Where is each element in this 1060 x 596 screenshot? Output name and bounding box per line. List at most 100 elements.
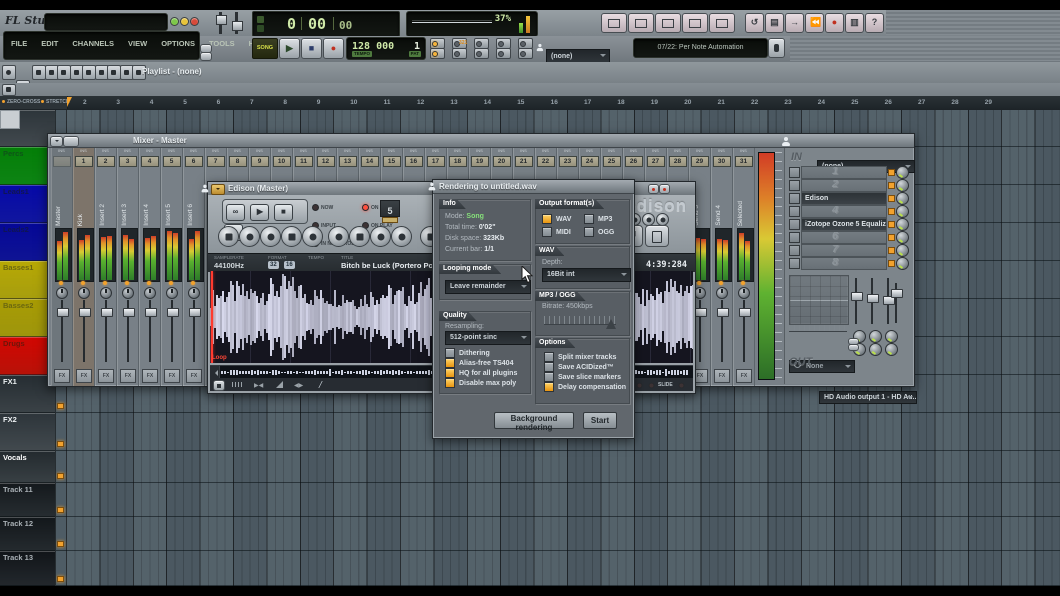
strip-led[interactable] — [191, 281, 195, 285]
slot-plate[interactable]: 4 — [801, 205, 887, 218]
checkbox-split-mixer-tracks[interactable]: Split mixer tracks — [544, 352, 626, 362]
strip-fader-handle[interactable] — [101, 308, 113, 317]
slot-mix-knob[interactable] — [896, 231, 909, 244]
slot-mix-knob[interactable] — [896, 192, 909, 205]
time-mode-icon[interactable] — [257, 16, 264, 23]
rec-value-box[interactable]: 5 — [380, 200, 400, 217]
rack-slot-7[interactable]: 7 — [789, 244, 909, 255]
strip-fx-button[interactable]: FX — [120, 369, 136, 383]
strip-fader[interactable] — [127, 300, 129, 362]
edison-tools-button[interactable] — [281, 226, 302, 247]
slot-led[interactable] — [888, 247, 895, 254]
checkbox[interactable] — [542, 214, 552, 224]
track-performance-led[interactable] — [57, 441, 64, 447]
playlist-track-track-12[interactable]: Track 12 — [0, 517, 55, 551]
depth-dropdown[interactable]: 16Bit int — [542, 268, 631, 282]
track-performance-led[interactable] — [57, 541, 64, 547]
copy-clipboard-button[interactable] — [645, 225, 669, 247]
checkbox[interactable] — [584, 227, 594, 237]
checkbox-alias-free-ts404[interactable]: Alias-free TS404 — [445, 358, 517, 368]
strip-led[interactable] — [81, 281, 85, 285]
track-performance-led[interactable] — [57, 507, 64, 513]
record-button[interactable]: ● — [323, 38, 344, 59]
mixer-strip-master[interactable]: INSMasterFX — [51, 148, 73, 386]
edison-zoom-button[interactable] — [391, 226, 412, 247]
strip-fx-button[interactable]: FX — [736, 369, 752, 383]
slot-mix-knob[interactable] — [896, 257, 909, 270]
format-badge-16[interactable]: 16 — [284, 261, 295, 269]
checkbox[interactable] — [445, 378, 455, 388]
strip-fader[interactable] — [721, 300, 723, 362]
rack-out-dropdown[interactable]: HD Audio output 1 - HD Au... — [819, 391, 917, 404]
checkbox-save-slice-markers[interactable]: Save slice markers — [544, 372, 626, 382]
toolbar-rewind-button[interactable]: ⏪ — [805, 13, 824, 33]
bitrate-slider-handle[interactable] — [606, 314, 616, 329]
rack-slot-5[interactable]: iZotope Ozone 5 Equalizer — [789, 218, 909, 229]
checkbox-delay-compensation[interactable]: Delay compensation — [544, 382, 626, 392]
fade-icon[interactable] — [276, 381, 283, 388]
slot-plate[interactable]: Edison — [801, 192, 887, 205]
checkbox[interactable] — [544, 382, 554, 392]
time-mode2-icon[interactable] — [257, 25, 264, 32]
snap-markers-icon[interactable]: ▶◀ — [254, 382, 263, 389]
mixer-strip-31[interactable]: INS31SelectedFX — [733, 148, 755, 386]
edison-save-button[interactable] — [218, 226, 239, 247]
strip-led[interactable] — [719, 281, 723, 285]
rack-slot-2[interactable]: 2 — [789, 179, 909, 190]
playlist-track-track-11[interactable]: Track 11 — [0, 483, 55, 517]
slot-led[interactable] — [888, 234, 895, 241]
snap-toggle-6[interactable] — [452, 48, 467, 59]
strip-fx-button[interactable]: FX — [54, 369, 70, 383]
rack-slot-8[interactable]: 8 — [789, 257, 909, 268]
strip-led[interactable] — [147, 281, 151, 285]
mixer-menu-button[interactable] — [50, 136, 63, 147]
pitch-slider-handle[interactable] — [232, 21, 243, 31]
eq-band-slider[interactable] — [855, 278, 857, 324]
start-button[interactable]: Start — [583, 412, 617, 429]
checkbox[interactable] — [542, 227, 552, 237]
snap-toggle-5[interactable] — [430, 48, 445, 59]
edison-open-button[interactable] — [239, 226, 260, 247]
edison-cut-button[interactable] — [260, 226, 281, 247]
slot-led[interactable] — [888, 260, 895, 267]
mixer-strip-1[interactable]: INS1KickFX — [73, 148, 95, 386]
playlist-track-fx2[interactable]: FX2 — [0, 413, 55, 451]
slot-plate[interactable]: 6 — [801, 231, 887, 244]
toolbar-step-sequencer-button[interactable] — [601, 13, 627, 33]
toolbar-mixer-button[interactable] — [709, 13, 735, 33]
eq-knob-1[interactable] — [869, 330, 882, 343]
slot-mix-knob[interactable] — [896, 205, 909, 218]
mixer-strip-2[interactable]: INS2Insert 2FX — [95, 148, 117, 386]
playlist-timeline[interactable]: ZERO-CROSS STRETCH 234567891011121314151… — [0, 96, 1060, 111]
rack-slot-6[interactable]: 6 — [789, 231, 909, 242]
menu-item-file[interactable]: FILE — [4, 32, 34, 59]
rack-slot-1[interactable]: 1 — [789, 166, 909, 177]
strip-led[interactable] — [59, 281, 63, 285]
tool-delete-button[interactable] — [57, 65, 71, 80]
snap-toggle-9[interactable] — [518, 48, 533, 59]
toolbar-help-button[interactable]: ? — [865, 13, 884, 33]
eq-knob-5[interactable] — [885, 343, 898, 356]
menu-item-options[interactable]: OPTIONS — [154, 32, 202, 59]
tiny-button-b[interactable] — [200, 52, 212, 61]
checkbox-disable-max-poly[interactable]: Disable max poly — [445, 378, 517, 388]
strip-fx-button[interactable]: FX — [98, 369, 114, 383]
rack-slot-3[interactable]: Edison — [789, 192, 909, 203]
strip-led[interactable] — [103, 281, 107, 285]
slot-led[interactable] — [888, 221, 895, 228]
strip-fader[interactable] — [149, 300, 151, 362]
checkbox-wav[interactable]: WAV — [542, 214, 584, 224]
strip-led[interactable] — [169, 281, 173, 285]
slot-plate[interactable]: 8 — [801, 257, 887, 270]
strip-fader[interactable] — [105, 300, 107, 362]
toolbar-save-button[interactable]: ▤ — [765, 13, 784, 33]
strip-pan-knob[interactable] — [738, 287, 750, 299]
strip-fader[interactable] — [699, 300, 701, 362]
strip-pan-knob[interactable] — [188, 287, 200, 299]
eq-slider-handle[interactable] — [867, 294, 879, 303]
playlist-menu-button[interactable] — [2, 65, 16, 80]
slot-enable-checkbox[interactable] — [789, 245, 800, 256]
strip-led[interactable] — [697, 281, 701, 285]
slide-mode-label[interactable]: SLIDE — [658, 382, 673, 388]
menu-item-view[interactable]: VIEW — [121, 32, 154, 59]
